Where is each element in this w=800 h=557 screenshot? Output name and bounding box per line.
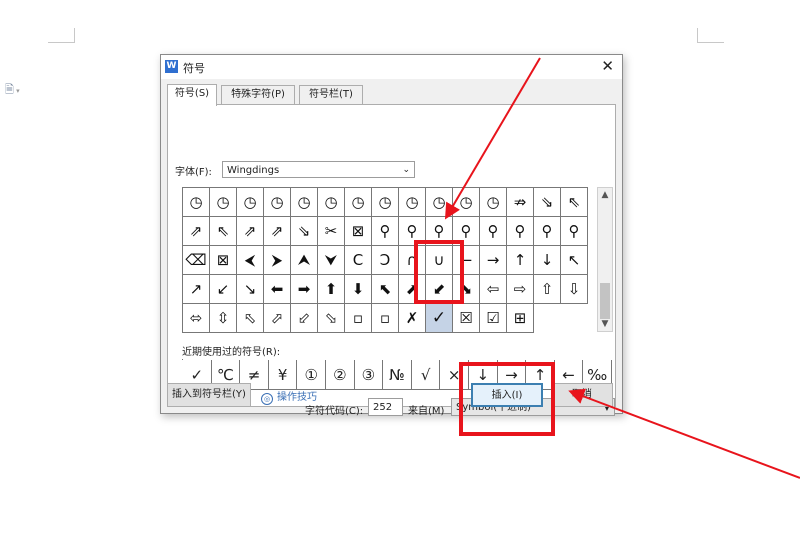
- annotation-arrow-top: [444, 57, 541, 220]
- annotation-arrow-bottom: [568, 388, 800, 479]
- annotation-arrows: [444, 57, 800, 479]
- tab-symbol[interactable]: 符号(S): [167, 84, 217, 106]
